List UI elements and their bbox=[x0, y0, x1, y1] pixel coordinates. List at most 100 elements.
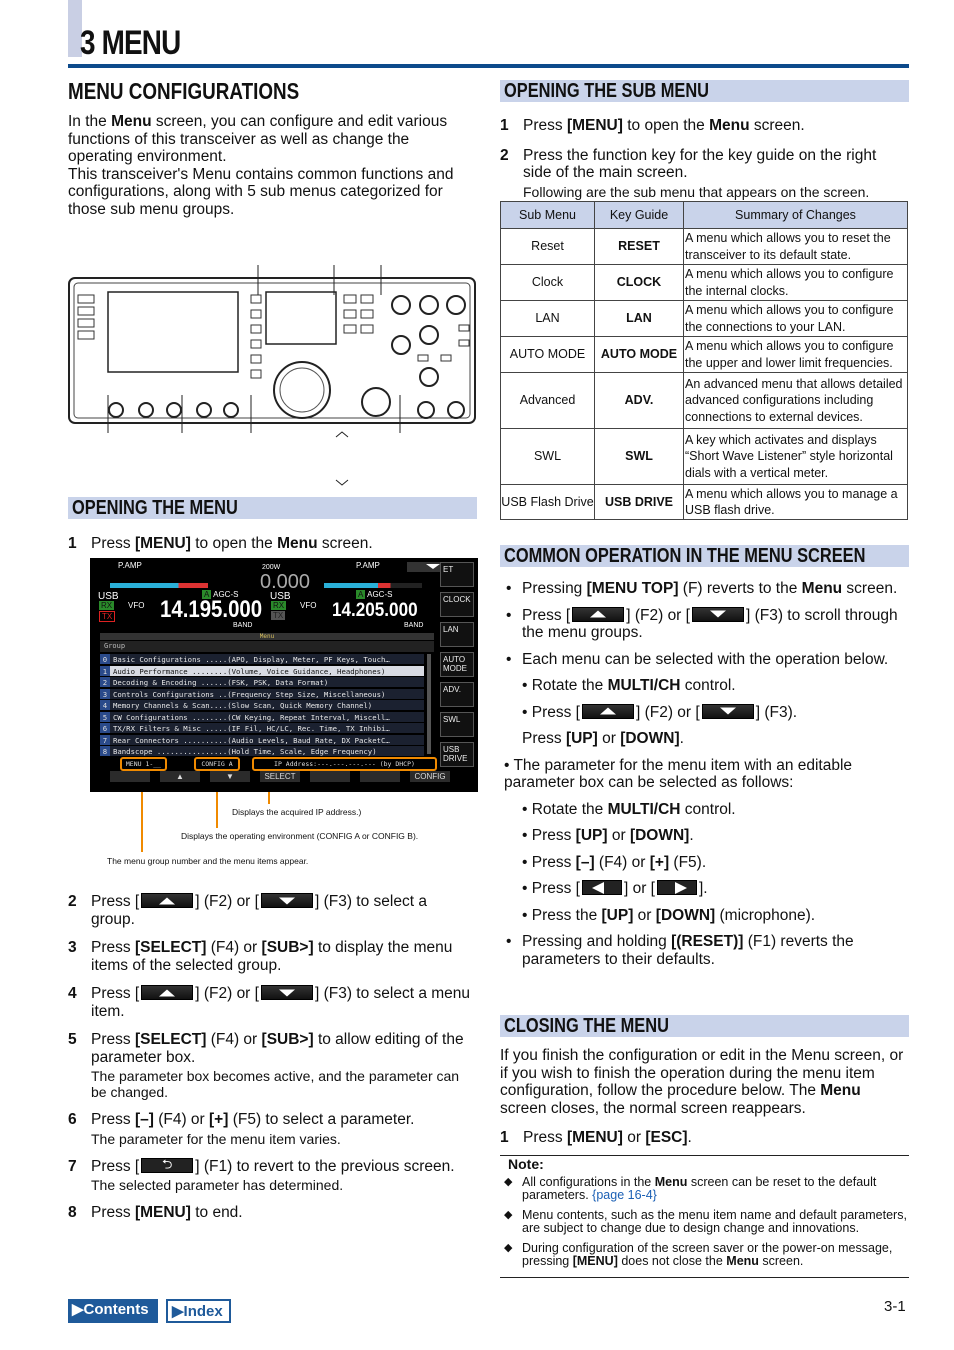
step-text: Press the function key for the key guide… bbox=[523, 147, 905, 182]
intro-paragraph-2: This transceiver's Menu contains common … bbox=[68, 166, 468, 219]
table-row: SWL SWL A key which activates and displays… bbox=[500, 428, 908, 485]
text-segment: or bbox=[607, 827, 630, 844]
text-segment: (microphone). bbox=[715, 906, 816, 924]
row-index: 2 bbox=[100, 677, 110, 687]
cell-sub-menu: SWL bbox=[500, 428, 595, 485]
section-title-menu-configurations: MENU CONFIGURATIONS bbox=[68, 78, 300, 104]
caption-ip: Displays the acquired IP address.) bbox=[232, 807, 362, 817]
pamp-right: P.AMP bbox=[356, 561, 380, 570]
bullet-icon: • bbox=[506, 580, 512, 597]
menu-title-bar: Menu bbox=[100, 633, 434, 640]
text-segment: Press bbox=[91, 1111, 135, 1128]
function-key-guide: SWL bbox=[440, 712, 474, 737]
row-text: CW Configurations ........(CW Keying, Re… bbox=[113, 712, 390, 722]
diamond-bullet-icon: ◆ bbox=[504, 1241, 513, 1254]
contents-button[interactable]: ▶Contents bbox=[68, 1299, 158, 1323]
section-title: CLOSING THE MENU bbox=[504, 1015, 669, 1037]
diamond-bullet-icon: ◆ bbox=[504, 1175, 513, 1188]
row-index: 6 bbox=[100, 723, 110, 733]
cell-summary: A key which activates and displays “Shor… bbox=[683, 428, 908, 485]
pamp-left: P.AMP bbox=[118, 561, 142, 570]
text-segment: [SELECT] bbox=[134, 1031, 207, 1048]
index-button[interactable]: ▶Index bbox=[166, 1299, 231, 1323]
function-key-guide: USB DRIVE bbox=[440, 742, 474, 767]
col-header-key-guide: Key Guide bbox=[594, 201, 684, 229]
soft-key bbox=[360, 771, 400, 782]
rx-badge-left: RX bbox=[99, 601, 115, 610]
row-index: 5 bbox=[100, 711, 110, 722]
cell-key-guide: LAN bbox=[594, 300, 684, 337]
step-number: 3 bbox=[68, 939, 77, 956]
text-segment: Menu bbox=[277, 535, 318, 552]
contents-label: Contents bbox=[83, 1301, 149, 1318]
text-segment: screen. bbox=[842, 580, 898, 597]
text-segment: control. bbox=[680, 677, 736, 694]
cell-key-guide: RESET bbox=[594, 228, 684, 265]
power-readout: 200W bbox=[262, 564, 281, 571]
text-segment: Press bbox=[523, 117, 567, 134]
text-segment: . bbox=[679, 730, 684, 747]
step-1: 1 Press [MENU] to open the Menu screen. bbox=[68, 535, 477, 553]
text-segment: Each menu can be selected with the opera… bbox=[522, 650, 889, 668]
note-title: Note: bbox=[508, 1156, 544, 1172]
text-segment: (F5) to select a parameter. bbox=[228, 1111, 415, 1128]
row-index: 0 bbox=[100, 654, 110, 664]
text-segment: [–] bbox=[575, 853, 595, 871]
text-segment: ] (F2) or [ bbox=[195, 893, 259, 910]
text-segment: • Press [ bbox=[522, 703, 580, 721]
text-segment: In the bbox=[68, 113, 112, 130]
step-text: Press [SELECT] (F4) or [SUB>] to display… bbox=[91, 939, 473, 974]
step-number: 5 bbox=[68, 1031, 77, 1048]
text-segment: . bbox=[687, 1129, 692, 1146]
row-text: Rear Connectors ..........(Audio Levels,… bbox=[113, 735, 390, 745]
function-key-guide: ADV. bbox=[440, 682, 474, 707]
cell-sub-menu: Clock bbox=[500, 264, 595, 301]
common-subitem: • Press [] (F2) or [] (F3). bbox=[500, 703, 909, 722]
section-title: COMMON OPERATION IN THE MENU SCREEN bbox=[504, 545, 866, 567]
text-segment: [UP] bbox=[601, 906, 634, 924]
step-number: 2 bbox=[68, 893, 77, 910]
text-segment: ] (F2) or [ bbox=[635, 703, 700, 721]
status-config: CONFIG A bbox=[194, 757, 240, 771]
step-number: 1 bbox=[500, 1129, 509, 1146]
menu-group-row: 1 Audio Performance ........(Volume, Voic… bbox=[100, 665, 424, 677]
transceiver-front-panel-illustration bbox=[68, 265, 476, 486]
common-subitem: • Press the [UP] or [DOWN] (microphone). bbox=[500, 907, 909, 925]
text-segment: Press bbox=[91, 1031, 135, 1048]
text-segment: This transceiver's Menu contains common … bbox=[68, 165, 454, 218]
menu-group-row: 3 Controls Configurations ..(Frequency St… bbox=[100, 688, 424, 700]
text-segment: [MENU] bbox=[134, 535, 191, 552]
rx-badge-right: RX bbox=[271, 601, 287, 610]
page-link[interactable]: {page 16-4} bbox=[592, 1188, 657, 1202]
col-header-summary: Summary of Changes bbox=[683, 201, 908, 229]
s-meter-left bbox=[110, 583, 208, 588]
text-segment: [SUB>] bbox=[261, 939, 314, 956]
step-3: 3 Press [SELECT] (F4) or [SUB>] to displa… bbox=[68, 939, 473, 974]
step-1: 1 Press [MENU] to open the Menu screen. bbox=[500, 117, 905, 135]
step-7: 7 Press [] (F1) to revert to the previous… bbox=[68, 1157, 473, 1193]
text-segment: . bbox=[689, 827, 694, 844]
key-back-icon bbox=[141, 1157, 194, 1173]
menu-group-row: 6 TX/RX Filters & Misc .....(IF Fil, HC/L… bbox=[100, 723, 424, 734]
menu-group-row: 2 Decoding & Encoding ......(FSK, PSK, Da… bbox=[100, 677, 424, 688]
common-bullet: • Each menu can be selected with the oper… bbox=[500, 651, 909, 669]
step-text: Press [SELECT] (F4) or [SUB>] to allow e… bbox=[91, 1031, 473, 1066]
row-text: Audio Performance ........(Volume, Voice… bbox=[113, 666, 386, 676]
step-text: Press [] (F2) or [] (F3) to select a gro… bbox=[91, 893, 473, 928]
section-bar-opening-sub-menu: OPENING THE SUB MENU bbox=[500, 80, 909, 102]
text-segment: control. bbox=[680, 800, 736, 818]
text-segment: Pressing bbox=[522, 580, 587, 597]
text-segment: • The parameter for the menu item with a… bbox=[504, 756, 853, 792]
text-segment: Press bbox=[91, 535, 135, 552]
text-segment: MULTI/CH bbox=[607, 800, 681, 818]
common-subitem: • Rotate the MULTI/CH control. bbox=[500, 677, 909, 695]
diamond-bullet-icon: ◆ bbox=[504, 1208, 513, 1221]
row-text: Memory Channels & Scan....(Slow Scan, Qu… bbox=[113, 701, 373, 710]
step-number: 1 bbox=[68, 535, 77, 552]
bullet-icon: • bbox=[506, 933, 512, 950]
caption-config: Displays the operating environment (CONF… bbox=[181, 831, 419, 841]
closing-paragraph: If you finish the configuration or edit … bbox=[500, 1047, 905, 1117]
text-segment: Press [ bbox=[91, 893, 140, 910]
text-segment: to end. bbox=[190, 1204, 243, 1221]
text-segment: Press [ bbox=[91, 985, 140, 1002]
